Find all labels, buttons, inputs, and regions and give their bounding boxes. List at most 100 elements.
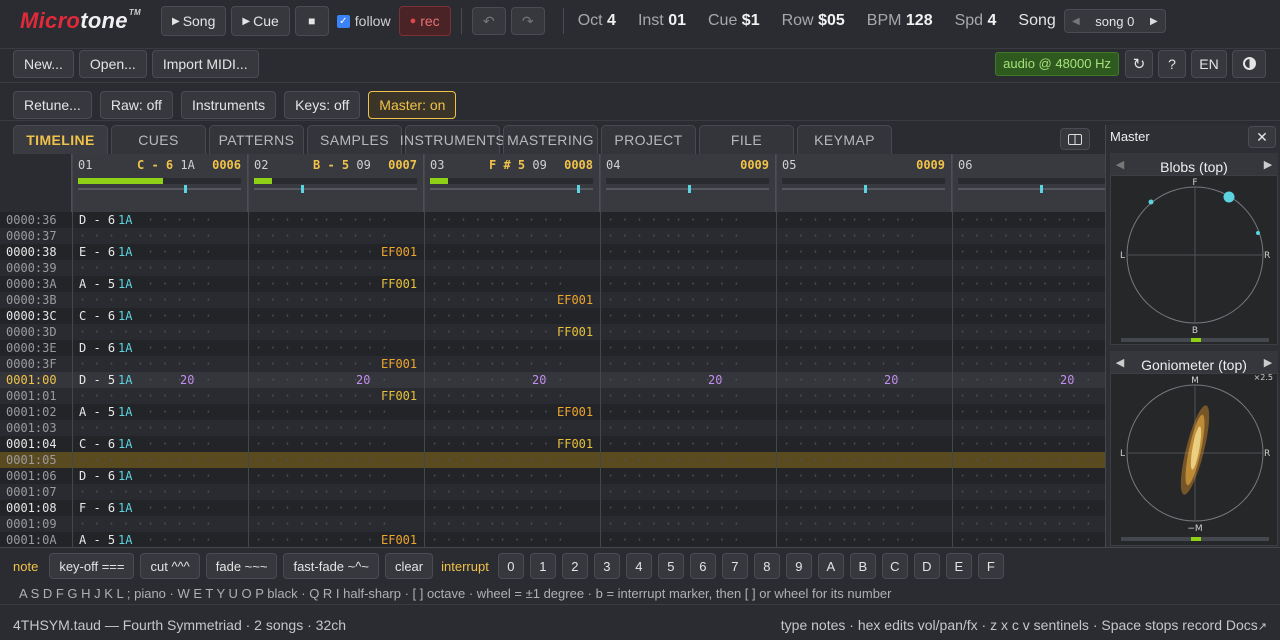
fade-button[interactable]: fade ~~~ <box>205 553 278 579</box>
table-row[interactable]: 0001:08 F - 6 1A · · · · · · · · · · · · · · … <box>0 500 1105 516</box>
channel-pan-slider[interactable] <box>430 185 593 193</box>
empty-cell[interactable]: · · · · · <box>431 516 496 532</box>
record-button[interactable]: ● rec <box>398 6 451 36</box>
empty-cell[interactable]: · · · · · <box>431 388 496 404</box>
empty-cell[interactable]: · · · · · <box>431 372 496 388</box>
empty-cell[interactable]: · · · · · <box>255 452 320 468</box>
empty-cell[interactable]: · · · · · <box>783 420 848 436</box>
empty-cell[interactable]: · · · · · <box>959 516 1024 532</box>
table-row[interactable]: 0000:3B · · · · · · · · · · · · · · · · · · … <box>0 292 1105 308</box>
empty-cell[interactable]: · · · · · <box>255 420 320 436</box>
next-scope-icon[interactable]: ▶ <box>1258 356 1278 369</box>
empty-cell[interactable]: · · · · · <box>255 404 320 420</box>
next-song-icon[interactable]: ▶ <box>1143 16 1165 27</box>
table-row[interactable]: 0001:03 · · · · · · · · · · · · · · · · · · … <box>0 420 1105 436</box>
empty-cell[interactable]: · · · · · <box>959 436 1024 452</box>
table-row[interactable]: 0000:38 E - 6 1A · · · · · · · · · · · · · · … <box>0 244 1105 260</box>
new-button[interactable]: New... <box>13 49 74 78</box>
empty-cell[interactable]: · · · · · <box>431 276 496 292</box>
empty-cell[interactable]: · · · · · <box>959 340 1024 356</box>
interrupt-marker-c[interactable]: C <box>881 553 908 579</box>
empty-cell[interactable]: · · · · · <box>431 340 496 356</box>
empty-cell[interactable]: · · · · · <box>607 436 672 452</box>
empty-cell[interactable]: · · · · · <box>607 372 672 388</box>
tab-cues[interactable]: CUES <box>111 125 206 154</box>
channel-header[interactable]: 06 00 <box>953 154 1105 212</box>
empty-cell[interactable]: · · · · · <box>431 356 496 372</box>
channel-pan-slider[interactable] <box>782 185 945 193</box>
empty-cell[interactable]: · · · · · <box>783 516 848 532</box>
note-cell[interactable]: D - 5 <box>79 372 115 388</box>
empty-cell[interactable]: · · · · · <box>959 404 1024 420</box>
empty-cell[interactable]: · · · · · <box>255 340 320 356</box>
empty-cell[interactable]: · · · · · <box>79 324 144 340</box>
empty-cell[interactable]: · · · · · <box>783 340 848 356</box>
empty-cell[interactable]: · · · · · <box>783 356 848 372</box>
docs-link[interactable]: Docs↗ <box>1226 617 1267 633</box>
instrument-cell[interactable]: 1A <box>118 532 132 547</box>
empty-cell[interactable]: · · · · · <box>255 324 320 340</box>
clear-button[interactable]: clear <box>384 553 434 579</box>
empty-cell[interactable]: · · · · · <box>959 244 1024 260</box>
table-row[interactable]: 0000:3A A - 5 1A · · · · · · · · · · · · · · … <box>0 276 1105 292</box>
note-cell[interactable]: D - 6 <box>79 340 115 356</box>
empty-cell[interactable]: · · · · · <box>431 292 496 308</box>
empty-cell[interactable]: · · · · · <box>255 516 320 532</box>
panel-toggle-button[interactable] <box>1060 128 1090 150</box>
empty-cell[interactable]: · · · · · <box>255 308 320 324</box>
goniometer-scope-selector[interactable]: ◀ Goniometer (top) ▶ <box>1110 351 1278 373</box>
language-button[interactable]: EN <box>1191 49 1227 78</box>
tab-project[interactable]: PROJECT <box>601 125 696 154</box>
empty-cell[interactable]: · · · · · <box>783 324 848 340</box>
empty-cell[interactable]: · · · · · <box>959 532 1024 547</box>
empty-cell[interactable]: · · · · · <box>79 484 144 500</box>
empty-cell[interactable]: · · · · · <box>431 484 496 500</box>
empty-cell[interactable]: · · · · · <box>959 420 1024 436</box>
empty-cell[interactable]: · · · · · <box>431 468 496 484</box>
empty-cell[interactable]: · · · · · <box>959 324 1024 340</box>
tab-timeline[interactable]: TIMELINE <box>13 125 108 154</box>
instrument-cell[interactable]: 1A <box>118 244 132 260</box>
table-row[interactable]: 0001:04 C - 6 1A · · · · · · · · · · · · · · … <box>0 436 1105 452</box>
empty-cell[interactable]: · · · · · <box>959 388 1024 404</box>
tab-keymap[interactable]: KEYMAP <box>797 125 892 154</box>
empty-cell[interactable]: · · · · · <box>959 452 1024 468</box>
instrument-cell[interactable]: 1A <box>118 340 132 356</box>
next-scope-icon[interactable]: ▶ <box>1258 158 1278 171</box>
empty-cell[interactable]: · · · · · <box>959 212 1024 228</box>
empty-cell[interactable]: · · · · · <box>431 532 496 547</box>
empty-cell[interactable]: · · · · · <box>959 500 1024 516</box>
tab-samples[interactable]: SAMPLES <box>307 125 402 154</box>
empty-cell[interactable]: · · · · · <box>959 228 1024 244</box>
empty-cell[interactable]: · · · · · <box>607 276 672 292</box>
play-song-button[interactable]: ▶ Song <box>160 6 227 36</box>
empty-cell[interactable]: · · · · · <box>959 468 1024 484</box>
empty-cell[interactable]: · · · · · <box>255 372 320 388</box>
empty-cell[interactable]: · · · · · <box>783 372 848 388</box>
instruments-button[interactable]: Instruments <box>180 90 277 119</box>
table-row[interactable]: 0000:3F · · · · · · · · · · · · · · · · · · … <box>0 356 1105 372</box>
table-row[interactable]: 0000:39 · · · · · · · · · · · · · · · · · · … <box>0 260 1105 276</box>
master-toggle[interactable]: Master: on <box>368 90 457 119</box>
note-cell[interactable]: D - 6 <box>79 212 115 228</box>
empty-cell[interactable]: · · · · · <box>79 228 144 244</box>
empty-cell[interactable]: · · · · · <box>783 212 848 228</box>
empty-cell[interactable]: · · · · · <box>959 276 1024 292</box>
empty-cell[interactable]: · · · · · <box>783 452 848 468</box>
close-master-button[interactable]: ✕ <box>1248 126 1276 148</box>
empty-cell[interactable]: · · · · · <box>607 292 672 308</box>
channel-header[interactable]: 02 B - 5 09 0007 <box>249 154 424 212</box>
empty-cell[interactable]: · · · · · <box>783 228 848 244</box>
empty-cell[interactable]: · · · · · <box>431 308 496 324</box>
interrupt-marker-a[interactable]: A <box>817 553 844 579</box>
channel-pan-slider[interactable] <box>958 185 1105 193</box>
empty-cell[interactable]: · · · · · <box>607 500 672 516</box>
empty-cell[interactable]: · · · · · <box>431 228 496 244</box>
empty-cell[interactable]: · · · · · <box>959 356 1024 372</box>
empty-cell[interactable]: · · · · · <box>431 500 496 516</box>
prev-scope-icon[interactable]: ◀ <box>1110 356 1130 369</box>
empty-cell[interactable]: · · · · · <box>255 500 320 516</box>
empty-cell[interactable]: · · · · · <box>79 388 144 404</box>
instrument-cell[interactable]: 1A <box>118 276 132 292</box>
empty-cell[interactable]: · · · · · <box>783 276 848 292</box>
